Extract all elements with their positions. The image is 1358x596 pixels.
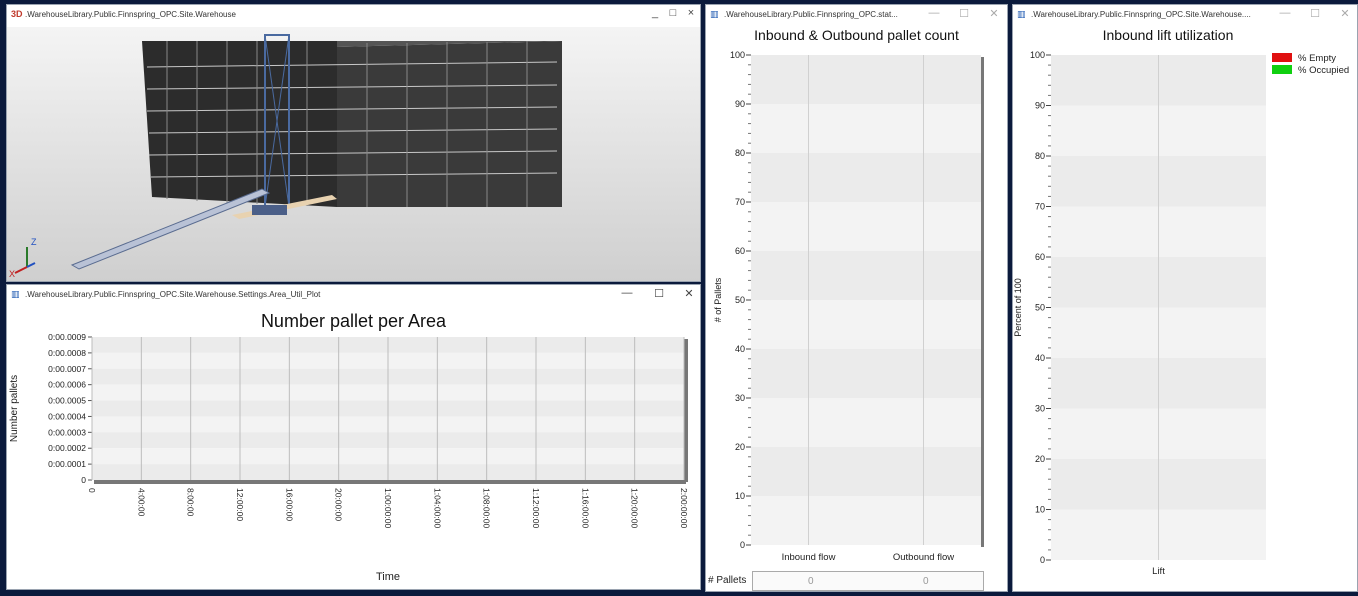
y-tick-label: 70 <box>1035 202 1045 212</box>
y-tick-label: 0:00.0004 <box>48 411 86 421</box>
y-tick-label: 10 <box>735 491 745 501</box>
plot-band <box>751 251 981 300</box>
warehouse-3d-scene: Z X <box>9 34 562 279</box>
y-tick-label: 90 <box>1035 101 1045 111</box>
plot-band <box>751 398 981 447</box>
y-axis-label: Number pallets <box>9 375 20 442</box>
y-tick-label: 80 <box>1035 151 1045 161</box>
table-row-label: # Pallets <box>708 575 747 586</box>
x-tick-label: 8:00:00 <box>186 488 196 517</box>
y-tick-label: 0:00.0005 <box>48 396 86 406</box>
y-tick-label: 40 <box>735 344 745 354</box>
x-tick-label: Outbound flow <box>893 552 954 563</box>
y-tick-label: 70 <box>735 197 745 207</box>
y-tick-label: 0 <box>740 540 745 550</box>
y-tick-label: 30 <box>735 393 745 403</box>
titlebar[interactable]: 3D .WarehouseLibrary.Public.Finnspring_O… <box>7 5 700 27</box>
y-tick-label: 0:00.0002 <box>48 443 86 453</box>
y-tick-label: 50 <box>735 295 745 305</box>
window-3d-view[interactable]: 3D .WarehouseLibrary.Public.Finnspring_O… <box>6 4 701 282</box>
x-tick-label: 20:00:00 <box>334 488 344 521</box>
pallet-count-chart: 0 10 20 30 40 50 60 70 80 90 100 Inbound flow Outbou… <box>713 50 984 563</box>
y-tick-label: 50 <box>1035 303 1045 313</box>
y-tick-label: 0:00.0008 <box>48 348 86 358</box>
y-tick-label: 20 <box>1035 454 1045 464</box>
legend-label: % Empty <box>1298 53 1336 64</box>
x-tick-label: 1:12:00:00 <box>531 488 541 528</box>
x-tick-label: 2:00:00:00 <box>679 488 689 528</box>
y-tick-label: 10 <box>1035 505 1045 515</box>
x-tick-label: Lift <box>1152 566 1165 577</box>
x-tick-label: 1:08:00:00 <box>482 488 492 528</box>
pallet-table: # Pallets 0 0 <box>706 571 984 591</box>
area-chart: 0 0:00.0001 0:00.0002 0:00.0003 0:00.0004 0:0… <box>9 332 689 583</box>
x-tick-label: 0 <box>87 488 97 493</box>
plot-band <box>751 349 981 398</box>
y-tick-label: 80 <box>735 148 745 158</box>
y-tick-label: 0:00.0003 <box>48 427 86 437</box>
x-tick-label: Inbound flow <box>782 552 836 563</box>
y-tick-label: 60 <box>735 246 745 256</box>
y-tick-label: 30 <box>1035 404 1045 414</box>
y-tick-label: 40 <box>1035 353 1045 363</box>
x-tick-label: 1:04:00:00 <box>432 488 442 528</box>
3d-icon: 3D <box>11 9 23 19</box>
window-lift-util[interactable]: ▥ .WarehouseLibrary.Public.Finnspring_OP… <box>1012 4 1358 592</box>
plot-band <box>751 202 981 251</box>
3d-viewport[interactable]: Z X <box>7 27 700 281</box>
plot-shadow <box>684 339 688 482</box>
x-tick-label: 1:00:00:00 <box>383 488 393 528</box>
x-tick-label: 1:20:00:00 <box>630 488 640 528</box>
x-tick-label: 1:16:00:00 <box>580 488 590 528</box>
plot-band <box>751 300 981 349</box>
y-tick-label: 0 <box>1040 555 1045 565</box>
y-tick-label: 60 <box>1035 252 1045 262</box>
plot-shadow <box>981 57 984 547</box>
axis-z-label: Z <box>31 237 37 247</box>
minimize-button[interactable]: _ <box>647 7 663 19</box>
y-axis-label: Percent of 100 <box>1013 278 1023 337</box>
window-area-util-plot[interactable]: ▥ .WarehouseLibrary.Public.Finnspring_OP… <box>6 284 701 590</box>
y-axis-label: # of Pallets <box>713 277 723 322</box>
legend-label: % Occupied <box>1298 65 1349 76</box>
y-tick-label: 90 <box>735 99 745 109</box>
plot-band <box>751 496 981 545</box>
x-tick-label: 16:00:00 <box>284 488 294 521</box>
legend-swatch <box>1272 53 1292 62</box>
close-button[interactable]: × <box>683 7 699 19</box>
y-tick-label: 0 <box>81 475 86 485</box>
window-title: .WarehouseLibrary.Public.Finnspring_OPC.… <box>25 10 236 19</box>
x-tick-label: 4:00:00 <box>136 488 146 517</box>
x-tick-label: 12:00:00 <box>235 488 245 521</box>
y-tick-label: 0:00.0006 <box>48 380 86 390</box>
plot-band <box>751 153 981 202</box>
plot-band <box>751 104 981 153</box>
y-tick-label: 100 <box>1030 50 1045 60</box>
y-tick-label: 0:00.0007 <box>48 364 86 374</box>
maximize-button[interactable]: □ <box>665 7 681 19</box>
plot-shadow <box>94 480 686 484</box>
outbound-cell: 0 <box>923 576 929 587</box>
plot-band <box>751 55 981 104</box>
plot-band <box>751 447 981 496</box>
y-tick-label: 20 <box>735 442 745 452</box>
x-axis-label: Time <box>376 571 400 583</box>
table-cells: 0 0 <box>752 571 984 591</box>
legend-swatch <box>1272 65 1292 74</box>
y-tick-label: 0:00.0009 <box>48 332 86 342</box>
inbound-cell: 0 <box>808 576 814 587</box>
window-pallet-count[interactable]: ▥ .WarehouseLibrary.Public.Finnspring_OP… <box>705 4 1008 592</box>
axis-x-label: X <box>9 269 15 279</box>
y-tick-label: 0:00.0001 <box>48 459 86 469</box>
y-tick-label: 100 <box>730 50 745 60</box>
lift-util-chart: 0 10 20 30 40 50 60 70 80 90 100 Lift % Empty% Occup… <box>1013 50 1349 577</box>
